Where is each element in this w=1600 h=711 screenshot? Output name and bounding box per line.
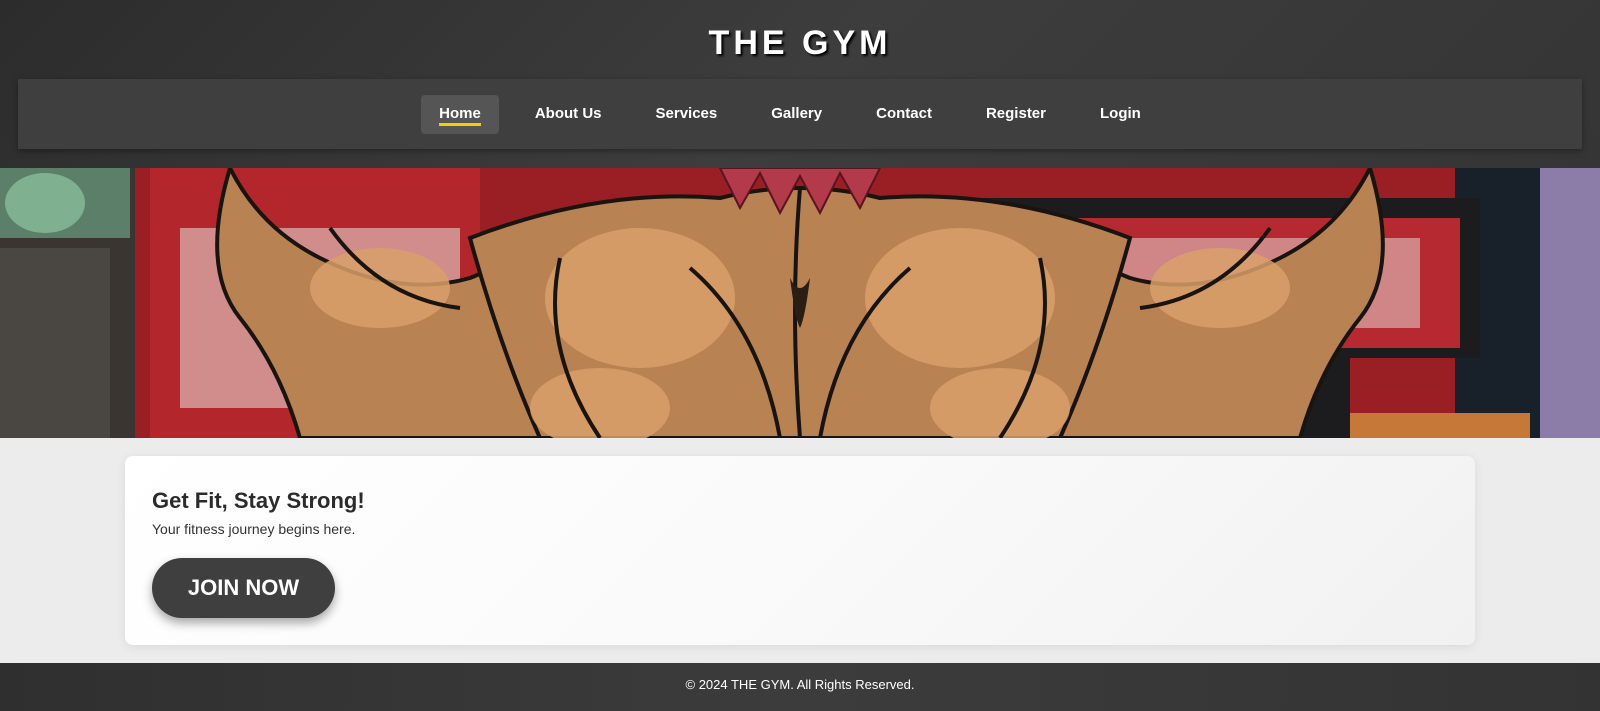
main-navbar: Home About Us Services Gallery Contact R… <box>18 79 1582 149</box>
card-heading: Get Fit, Stay Strong! <box>152 488 365 513</box>
hero-banner <box>0 168 1600 438</box>
nav-list: Home About Us Services Gallery Contact R… <box>18 79 1582 149</box>
site-header: THE GYM Home About Us Services Gallery C… <box>0 0 1600 168</box>
join-now-button[interactable]: JOIN NOW <box>152 558 335 618</box>
nav-item-services[interactable]: Services <box>638 95 736 134</box>
nav-item-about-us[interactable]: About Us <box>517 95 620 134</box>
nav-item-contact[interactable]: Contact <box>858 95 950 134</box>
site-footer: © 2024 THE GYM. All Rights Reserved. <box>0 663 1600 711</box>
card-subtext: Your fitness journey begins here. <box>152 521 356 537</box>
site-title: THE GYM <box>708 24 892 62</box>
nav-item-login[interactable]: Login <box>1082 95 1159 134</box>
nav-item-home[interactable]: Home <box>421 94 499 134</box>
nav-item-gallery[interactable]: Gallery <box>753 95 840 134</box>
footer-copyright: © 2024 THE GYM. All Rights Reserved. <box>685 677 915 692</box>
hero-card: Get Fit, Stay Strong! Your fitness journ… <box>125 456 1475 645</box>
nav-item-register[interactable]: Register <box>968 95 1064 134</box>
hero-illustration <box>0 168 1600 438</box>
